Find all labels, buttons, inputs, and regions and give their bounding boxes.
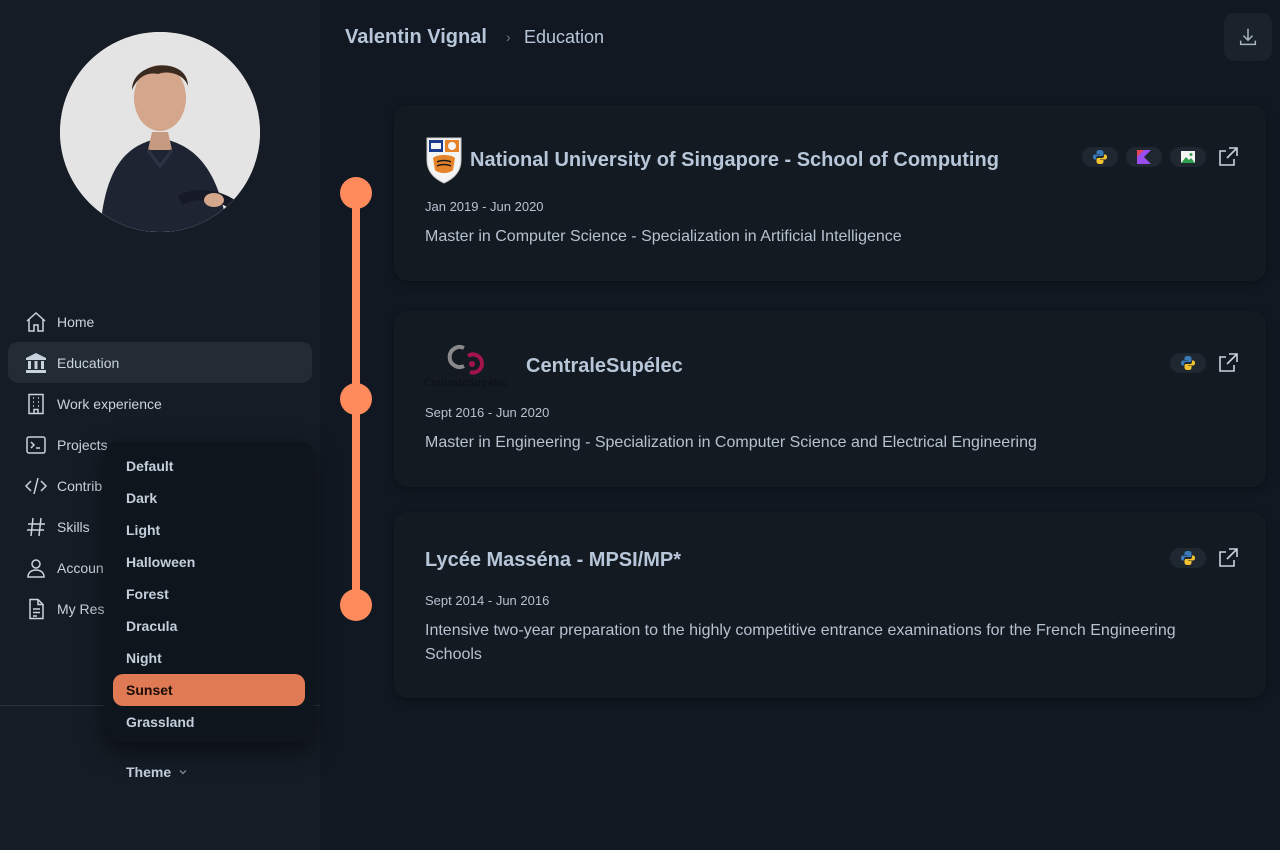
android-icon — [1181, 151, 1195, 163]
education-card-lycee-massena: Lycée Masséna - MPSI/MP* Sept 2014 - Jun… — [394, 512, 1266, 698]
external-link[interactable] — [1216, 351, 1240, 375]
education-description: Master in Computer Science - Specializat… — [425, 228, 902, 245]
external-link[interactable] — [1216, 145, 1240, 169]
tag — [1170, 548, 1206, 568]
nav-item-label: Skills — [57, 518, 90, 535]
theme-option-grassland[interactable]: Grassland — [113, 706, 305, 738]
nav-item-label: Education — [57, 354, 120, 371]
download-resume-button[interactable] — [1224, 13, 1272, 61]
education-date: Sept 2016 - Jun 2020 — [425, 405, 550, 420]
external-link-icon — [1219, 353, 1238, 372]
user-icon — [27, 558, 45, 578]
external-link-icon — [1219, 147, 1238, 166]
home-icon — [26, 311, 46, 332]
timeline-dot — [340, 589, 372, 621]
theme-menu: Default Dark Light Halloween Forest Drac… — [105, 442, 313, 742]
kotlin-icon — [1137, 150, 1151, 164]
external-link[interactable] — [1216, 546, 1240, 570]
nav-item-education[interactable]: Education — [8, 342, 312, 383]
avatar — [60, 32, 260, 232]
python-icon — [1181, 551, 1195, 565]
theme-button-label: Theme — [126, 764, 172, 780]
theme-option-dracula[interactable]: Dracula — [113, 610, 305, 642]
tech-tags — [1170, 351, 1240, 375]
nus-logo — [426, 137, 462, 184]
breadcrumb-current: Education — [524, 27, 605, 47]
education-card-centralesupelec: CentraleSupélec CentraleSupélec Sept 201… — [394, 311, 1266, 487]
terminal-icon — [26, 435, 46, 454]
tag — [1082, 147, 1118, 167]
tech-tags — [1082, 145, 1240, 169]
education-description: Master in Engineering - Specialization i… — [425, 434, 1037, 451]
education-title: CentraleSupélec — [526, 355, 683, 377]
tag — [1170, 147, 1206, 167]
profile-photo — [60, 32, 260, 232]
education-date: Sept 2014 - Jun 2016 — [425, 593, 550, 608]
theme-option-dark[interactable]: Dark — [113, 482, 305, 514]
tag — [1126, 147, 1162, 167]
education-description: Intensive two-year preparation to the hi… — [425, 622, 1176, 663]
nav-item-label: My Res — [57, 600, 105, 617]
python-icon — [1181, 356, 1195, 370]
nav-item-label: Contrib — [57, 477, 103, 494]
nav-item-label: Work experience — [57, 395, 162, 412]
education-title: National University of Singapore - Schoo… — [470, 149, 999, 171]
nav-item-label: Projects — [57, 436, 108, 453]
theme-option-sunset[interactable]: Sunset — [113, 674, 305, 706]
external-link-icon — [1219, 548, 1238, 567]
python-icon — [1093, 150, 1107, 164]
nav-item-home[interactable]: Home — [8, 301, 312, 342]
theme-option-halloween[interactable]: Halloween — [113, 546, 305, 578]
theme-option-default[interactable]: Default — [113, 450, 305, 482]
theme-option-night[interactable]: Night — [113, 642, 305, 674]
code-icon — [24, 477, 48, 494]
education-date: Jan 2019 - Jun 2020 — [425, 199, 544, 214]
theme-button[interactable]: Theme — [126, 764, 189, 780]
breadcrumb-separator: › — [506, 29, 511, 45]
tag — [1170, 353, 1206, 373]
education-title: Lycée Masséna - MPSI/MP* — [425, 549, 682, 571]
building-icon — [28, 393, 44, 414]
download-icon — [1239, 28, 1257, 46]
nav-item-label: Accoun — [57, 559, 104, 576]
logo-wordmark: CentraleSupélec — [424, 378, 509, 389]
hash-icon — [27, 517, 45, 536]
bank-icon — [26, 352, 46, 373]
timeline-dot — [340, 177, 372, 209]
breadcrumb-home[interactable]: Valentin Vignal — [345, 26, 487, 49]
chevron-down-icon — [179, 770, 187, 775]
tech-tags — [1170, 546, 1240, 570]
nav-item-work-experience[interactable]: Work experience — [8, 383, 312, 424]
education-card-nus: National University of Singapore - Schoo… — [394, 105, 1266, 281]
document-icon — [29, 598, 44, 619]
nav-item-label: Home — [57, 313, 95, 330]
theme-option-light[interactable]: Light — [113, 514, 305, 546]
timeline-dot — [340, 383, 372, 415]
theme-option-forest[interactable]: Forest — [113, 578, 305, 610]
